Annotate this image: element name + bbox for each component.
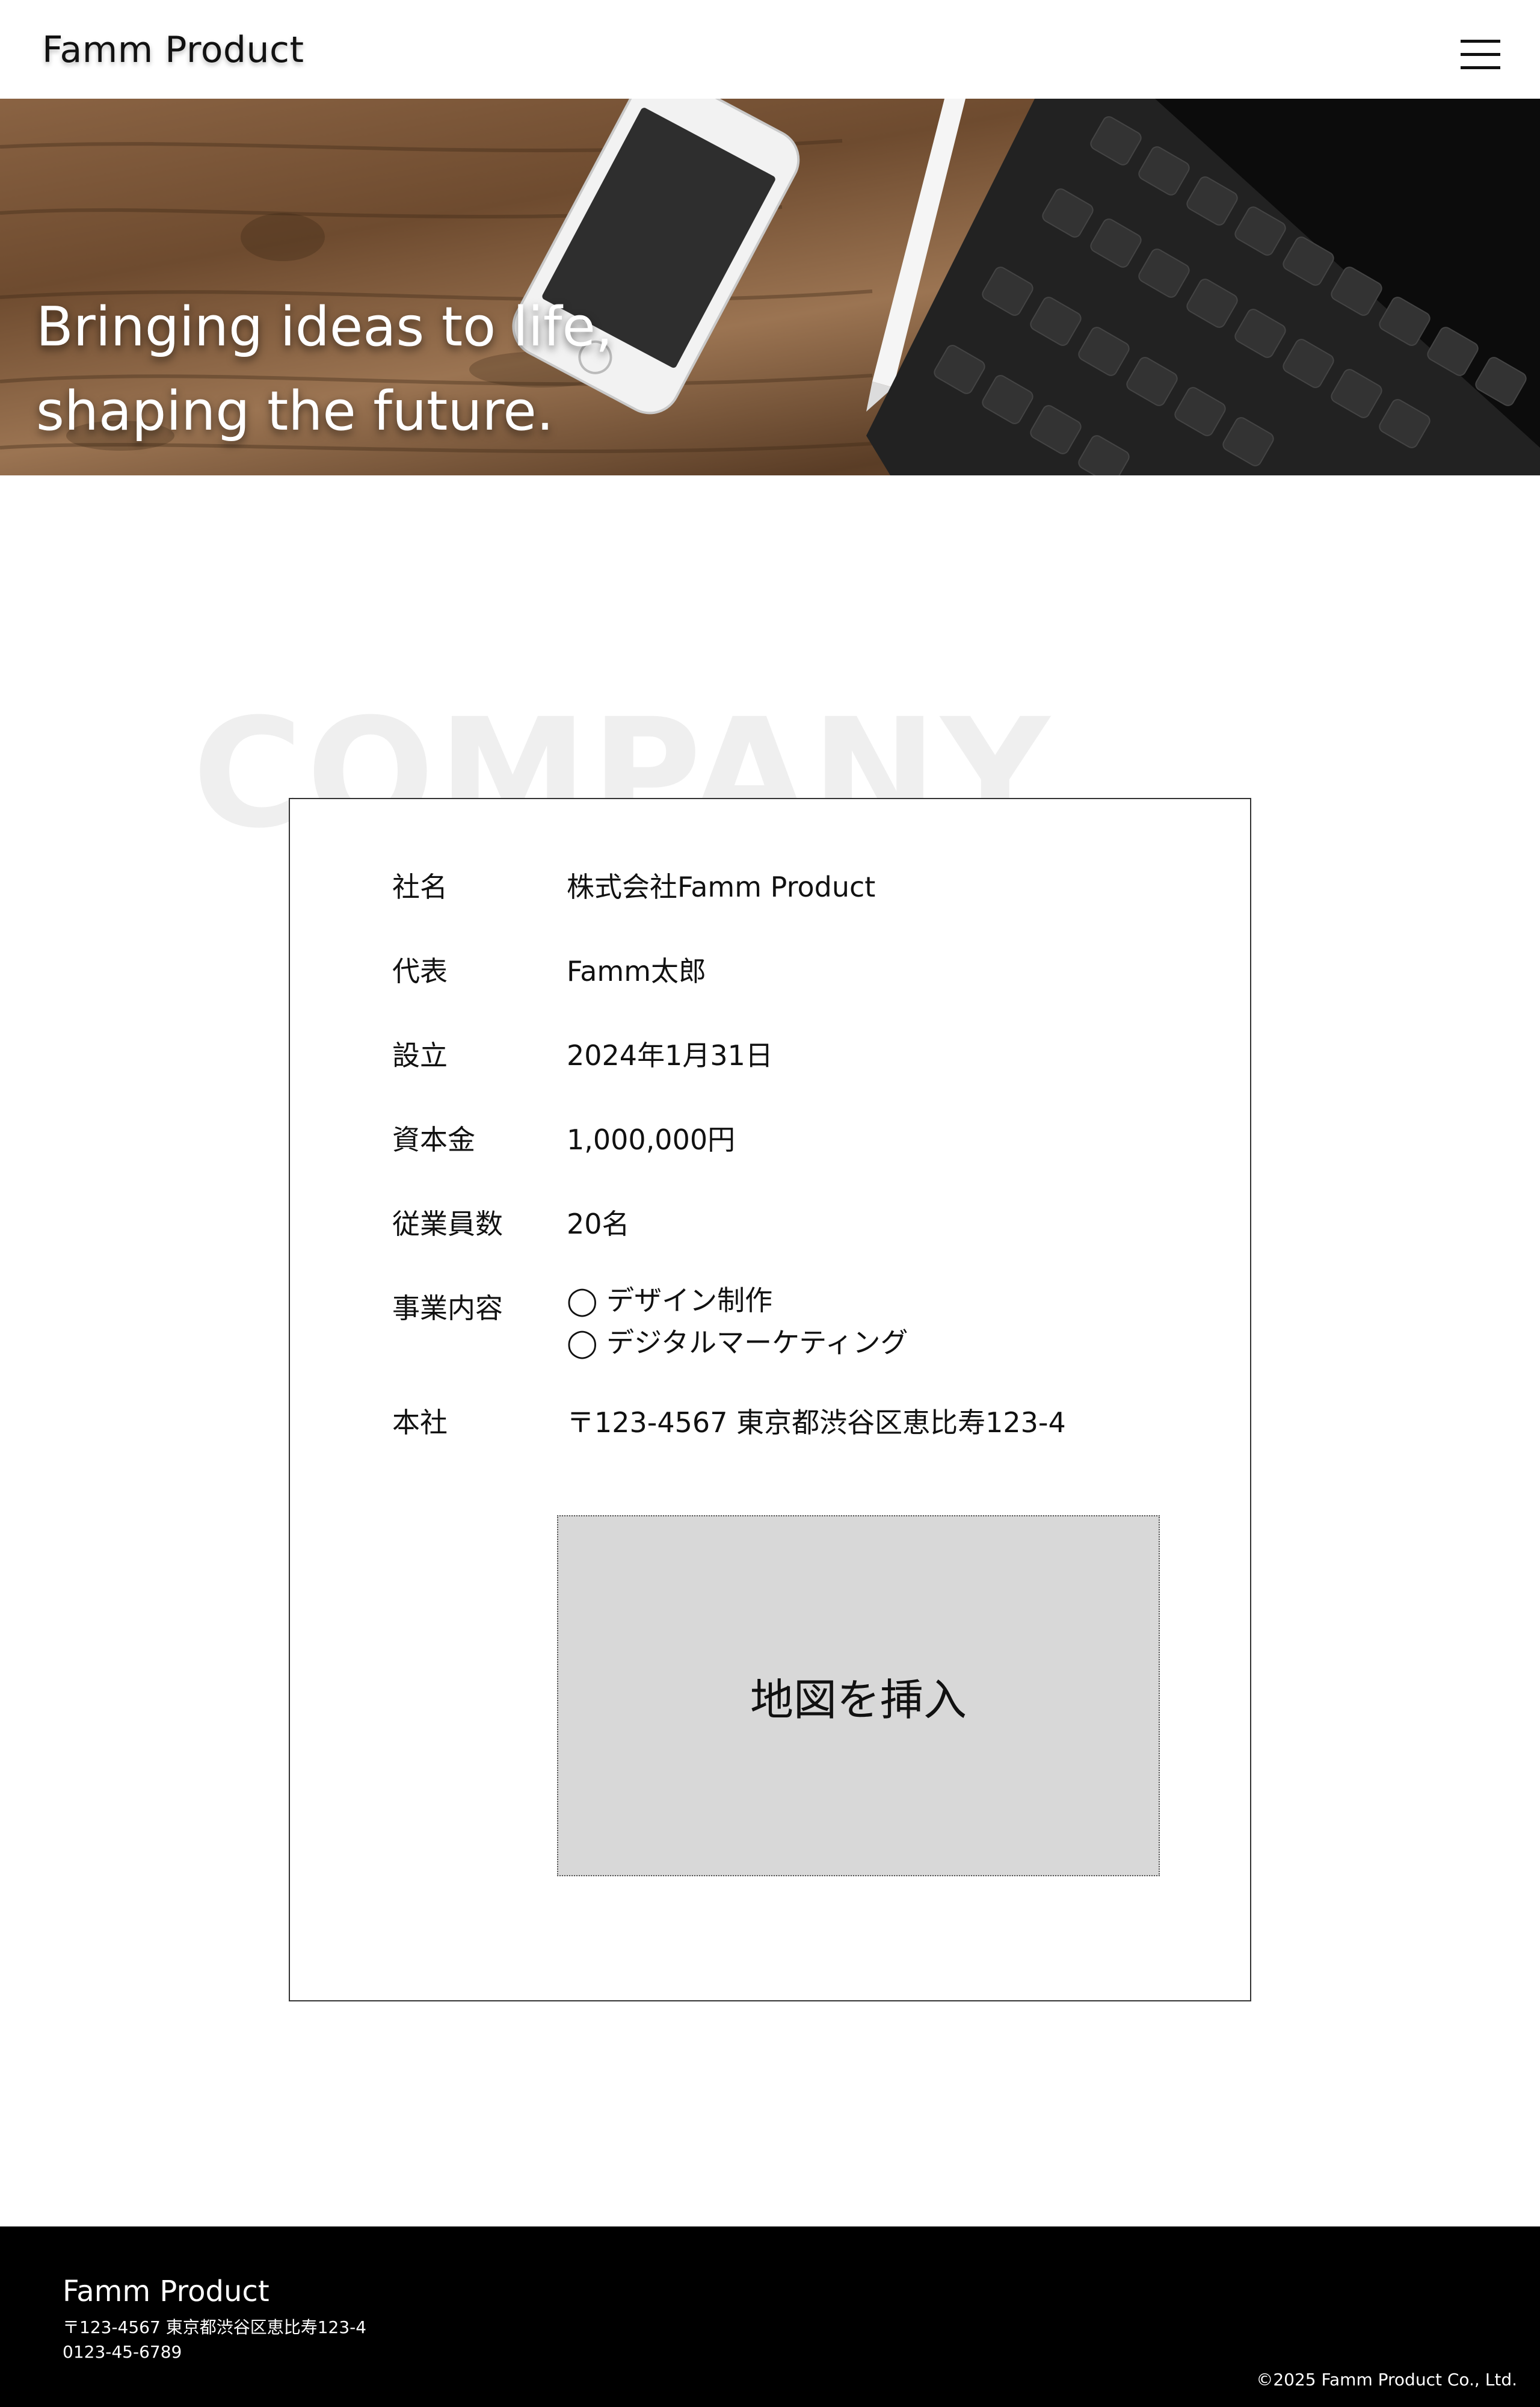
site-footer: Famm Product 〒123-4567 東京都渋谷区恵比寿123-4 01… <box>0 2226 1540 2407</box>
menu-line <box>1461 40 1500 43</box>
site-header: Famm Product <box>0 0 1540 99</box>
row-value: 2024年1月31日 <box>567 1039 773 1072</box>
keyboard-image <box>866 99 1540 475</box>
company-info-box: 社名 株式会社Famm Product 代表 Famm太郎 設立 2024年1月… <box>289 798 1251 2001</box>
hamburger-menu-icon[interactable] <box>1456 34 1504 75</box>
row-label: 本社 <box>392 1406 448 1439</box>
row-label: 資本金 <box>392 1123 475 1156</box>
row-value: 〒123-4567 東京都渋谷区恵比寿123-4 <box>567 1406 1066 1439</box>
row-value: Famm太郎 <box>567 955 707 987</box>
footer-address: 〒123-4567 東京都渋谷区恵比寿123-4 <box>63 2317 367 2337</box>
menu-line <box>1461 53 1500 56</box>
row-value: 20名 <box>567 1208 630 1240</box>
footer-company-name: Famm Product <box>63 2275 270 2308</box>
hero-banner: Bringing ideas to life, shaping the futu… <box>0 99 1540 475</box>
map-placeholder: 地図を挿入 <box>557 1515 1160 1876</box>
map-placeholder-label: 地図を挿入 <box>750 1674 967 1725</box>
row-label: 事業内容 <box>392 1292 503 1324</box>
row-label: 従業員数 <box>392 1208 503 1240</box>
row-value-list: ◯ デザイン制作 ◯ デジタルマーケティング <box>567 1279 908 1364</box>
row-value: 1,000,000円 <box>567 1123 736 1156</box>
row-label: 代表 <box>392 955 448 987</box>
row-label: 社名 <box>392 871 448 903</box>
hero-title-line: shaping the future. <box>36 380 554 443</box>
business-item: ◯ デザイン制作 <box>567 1284 773 1317</box>
row-value: 株式会社Famm Product <box>567 871 876 903</box>
row-label: 設立 <box>392 1039 448 1072</box>
site-logo[interactable]: Famm Product <box>42 29 304 71</box>
footer-phone: 0123-45-6789 <box>63 2342 182 2362</box>
business-item: ◯ デジタルマーケティング <box>567 1326 908 1359</box>
footer-copyright: ©2025 Famm Product Co., Ltd. <box>1256 2370 1517 2390</box>
hero-title: Bringing ideas to life, shaping the futu… <box>36 285 613 454</box>
hero-title-line: Bringing ideas to life, <box>36 295 613 359</box>
menu-line <box>1461 66 1500 69</box>
